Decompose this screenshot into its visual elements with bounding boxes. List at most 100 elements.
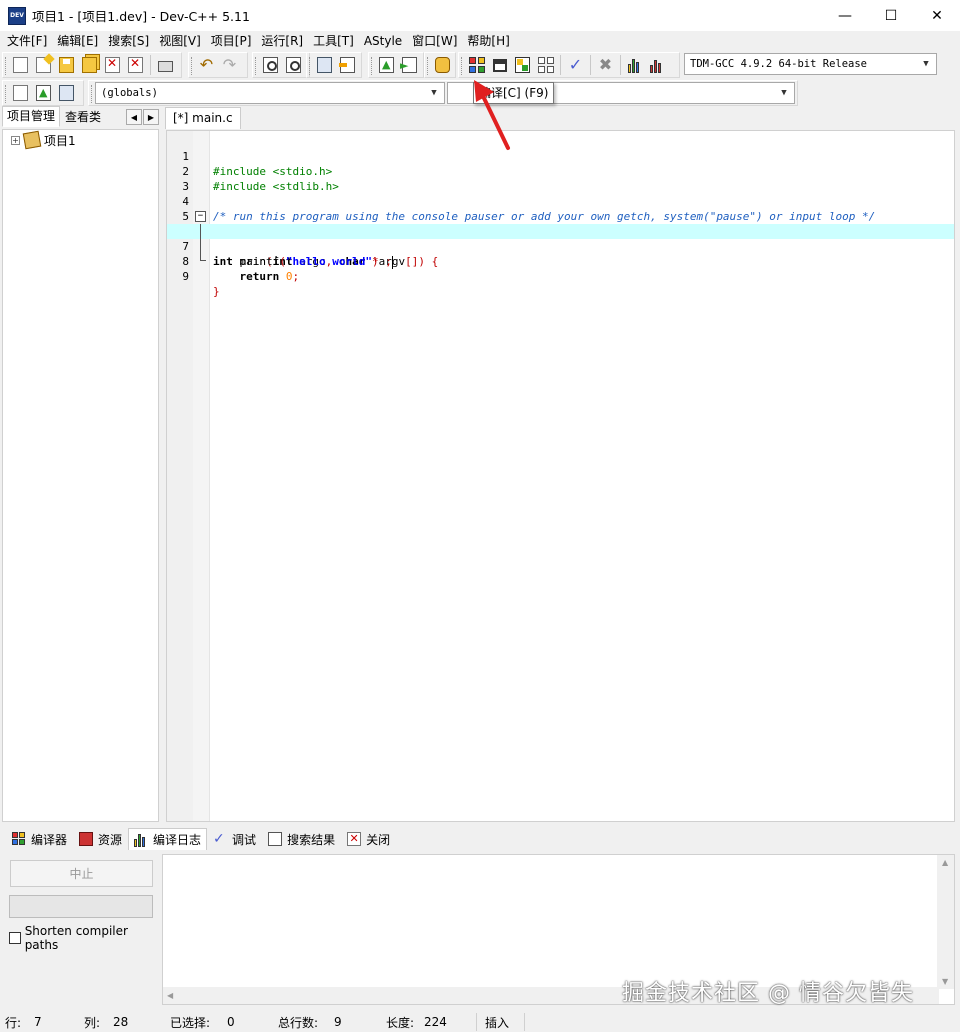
tab-project-manager[interactable]: 项目管理 (2, 106, 61, 127)
tree-item-project[interactable]: + 项目1 (3, 130, 158, 150)
insert-button[interactable] (9, 82, 32, 104)
status-row-label: 行: (5, 1015, 22, 1030)
tab-resources[interactable]: 资源 (73, 828, 128, 850)
compile-run-icon (515, 57, 530, 73)
syntax-check-button[interactable]: ✓ (564, 54, 587, 76)
code-editor[interactable]: 1 #include <stdio.h> 2 #include <stdlib.… (166, 130, 955, 822)
scroll-left-icon[interactable]: ◀ (167, 991, 173, 1000)
menu-execute[interactable]: 运行[R] (256, 31, 308, 51)
menu-view[interactable]: 视图[V] (154, 31, 206, 51)
tab-class-browser[interactable]: 查看类 (60, 107, 106, 127)
add-to-project-button[interactable] (375, 54, 398, 76)
menu-tools[interactable]: 工具[T] (308, 31, 359, 51)
menu-file[interactable]: 文件[F] (2, 31, 52, 51)
maximize-button[interactable]: ☐ (868, 0, 914, 31)
save-all-button[interactable] (78, 54, 101, 76)
compile-run-button[interactable] (511, 54, 534, 76)
delete-profile-icon (649, 57, 668, 73)
tab-close[interactable]: ✕ 关闭 (341, 828, 396, 850)
goto-bookmark-button[interactable] (55, 82, 78, 104)
expand-icon[interactable]: + (11, 135, 20, 145)
tab-compile-log[interactable]: 编译日志 (128, 828, 208, 850)
remove-file-icon (400, 57, 417, 73)
code-line: 6 − int main(int argc, char *argv[]) { (167, 209, 954, 268)
shorten-paths-option[interactable]: Shorten compiler paths (9, 924, 161, 952)
panel-icon (317, 57, 332, 73)
compile-button[interactable] (465, 54, 488, 76)
status-insert-mode: 插入 (485, 1015, 510, 1030)
save-icon (59, 57, 74, 73)
print-button[interactable] (154, 54, 177, 76)
project-toolbar (368, 52, 424, 78)
scroll-up-icon[interactable]: ▲ (942, 858, 948, 867)
stop-execution-button[interactable]: ✖ (594, 54, 617, 76)
code-line: 8 return 0; (182, 255, 300, 283)
redo-icon: ↷ (222, 55, 237, 74)
tab-main-c[interactable]: [*] main.c (165, 107, 241, 129)
toggle-bookmark-button[interactable] (32, 82, 55, 104)
save-all-icon (82, 57, 97, 73)
new-file-button[interactable] (9, 54, 32, 76)
run-button[interactable] (488, 54, 511, 76)
profile-button[interactable] (624, 54, 647, 76)
window-title: 项目1 - [项目1.dev] - Dev-C++ 5.11 (32, 9, 250, 24)
menu-help[interactable]: 帮助[H] (462, 31, 514, 51)
scope-select[interactable]: (globals) ▼ (95, 82, 445, 104)
close-file-button[interactable] (101, 54, 124, 76)
undo-button[interactable]: ↶ (195, 54, 218, 76)
menu-search[interactable]: 搜索[S] (103, 31, 154, 51)
tab-scroll-left-button[interactable]: ◀ (126, 109, 142, 125)
status-lines-label: 总行数: (278, 1015, 319, 1030)
toggle-panel-button[interactable] (313, 54, 336, 76)
project-options-toolbar (424, 52, 456, 78)
tree-item-label: 项目1 (44, 133, 76, 148)
minimize-button[interactable]: — (822, 0, 868, 31)
checkmark-icon: ✓ (568, 55, 583, 74)
chevron-down-icon: ▼ (431, 88, 437, 98)
tab-compiler[interactable]: 编译器 (6, 828, 73, 850)
insert-icon (13, 85, 28, 101)
menu-astyle[interactable]: AStyle (359, 31, 407, 51)
file-toolbar (2, 52, 182, 78)
shorten-paths-checkbox[interactable] (9, 932, 21, 944)
save-button[interactable] (55, 54, 78, 76)
printer-icon (158, 61, 173, 72)
tab-scroll-right-button[interactable]: ▶ (143, 109, 159, 125)
compiler-select[interactable]: TDM-GCC 4.9.2 64-bit Release ▼ (684, 53, 937, 75)
new-file-icon (13, 57, 28, 73)
goto-line-button[interactable] (336, 54, 359, 76)
menu-edit[interactable]: 编辑[E] (52, 31, 103, 51)
replace-button[interactable] (282, 54, 305, 76)
status-lines-value: 9 (334, 1015, 342, 1029)
project-options-button[interactable] (431, 54, 454, 76)
scroll-down-icon[interactable]: ▼ (942, 977, 948, 986)
add-file-icon (379, 57, 394, 73)
tab-debug[interactable]: ✓ 调试 (207, 828, 262, 850)
status-row-value: 7 (34, 1015, 42, 1029)
delete-profile-button[interactable] (647, 54, 670, 76)
undo-icon: ↶ (199, 55, 214, 74)
close-all-icon (128, 56, 143, 73)
status-length-label: 长度: (386, 1015, 415, 1030)
menu-window[interactable]: 窗口[W] (407, 31, 462, 51)
code-line: 2 #include <stdlib.h> (182, 165, 339, 193)
abort-compilation-button[interactable]: 中止 (10, 860, 153, 887)
fold-collapse-icon[interactable]: − (195, 211, 206, 222)
redo-button[interactable]: ↷ (218, 54, 241, 76)
vertical-scrollbar[interactable]: ▲ ▼ (937, 855, 954, 989)
rebuild-all-button[interactable] (534, 54, 557, 76)
close-all-button[interactable] (124, 54, 147, 76)
scope-select-value: (globals) (101, 87, 158, 99)
project-folder-icon (22, 130, 42, 150)
menu-project[interactable]: 项目[P] (206, 31, 257, 51)
code-line: 3 (182, 180, 189, 193)
close-window-button[interactable]: ✕ (914, 0, 960, 31)
menu-bar: 文件[F] 编辑[E] 搜索[S] 视图[V] 项目[P] 运行[R] 工具[T… (0, 31, 960, 51)
title-bar: DEV 项目1 - [项目1.dev] - Dev-C++ 5.11 — ☐ ✕ (0, 0, 960, 31)
bookmark-icon (36, 85, 51, 101)
remove-from-project-button[interactable] (398, 54, 421, 76)
find-button[interactable] (259, 54, 282, 76)
tab-search-results[interactable]: 搜索结果 (262, 828, 341, 850)
bar-chart-icon (627, 57, 644, 73)
open-project-button[interactable] (32, 54, 55, 76)
